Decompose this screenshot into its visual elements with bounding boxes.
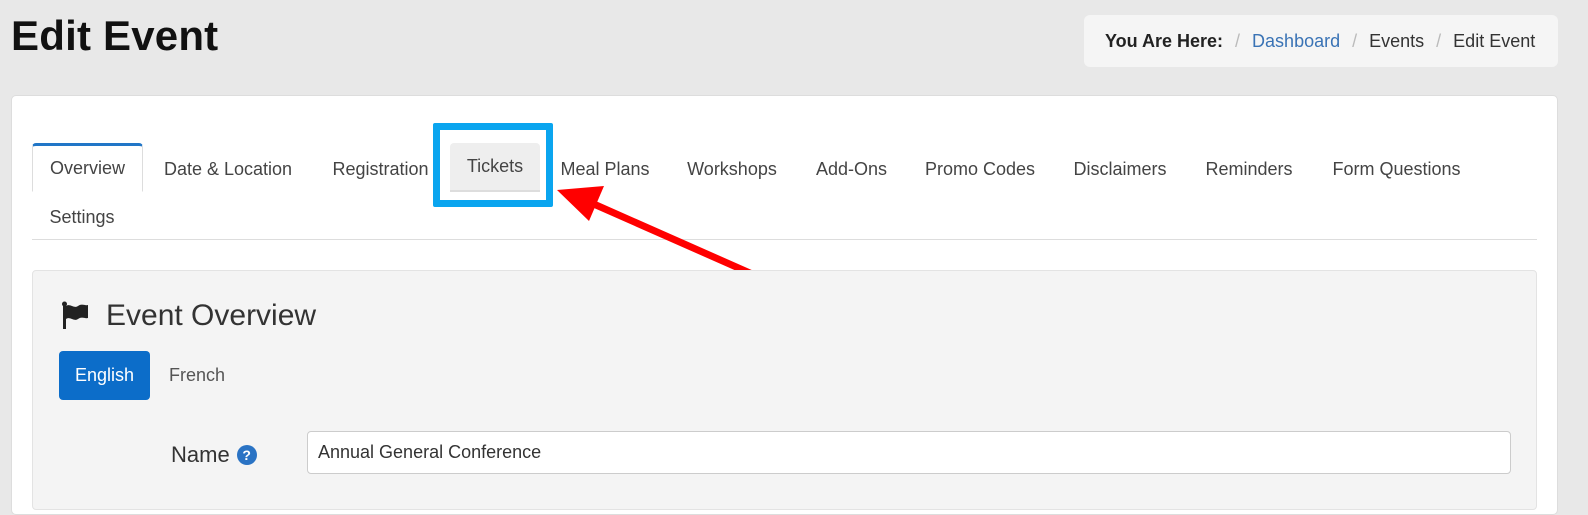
panel-heading: Event Overview — [60, 296, 316, 336]
tab-form-questions[interactable]: Form Questions — [1315, 145, 1478, 194]
question-circle-icon[interactable]: ? — [236, 445, 257, 465]
breadcrumb-separator: / — [1235, 30, 1241, 51]
tab-add-ons[interactable]: Add-Ons — [800, 145, 903, 194]
tab-disclaimers[interactable]: Disclaimers — [1057, 145, 1183, 194]
tab-workshops[interactable]: Workshops — [670, 145, 794, 194]
breadcrumb-events: Events — [1369, 30, 1425, 51]
page-title: Edit Event — [11, 12, 219, 59]
breadcrumb-lead: You Are Here: — [1105, 30, 1224, 51]
name-input[interactable] — [307, 431, 1511, 474]
breadcrumb-separator: / — [1436, 30, 1442, 51]
language-english-button[interactable]: English — [59, 351, 150, 400]
panel-title: Event Overview — [106, 299, 317, 332]
tab-registration[interactable]: Registration — [315, 145, 446, 194]
breadcrumb-dashboard-link[interactable]: Dashboard — [1252, 31, 1340, 52]
flag-icon — [62, 301, 88, 329]
tab-promo-codes[interactable]: Promo Codes — [908, 145, 1052, 194]
name-label-text: Name — [171, 442, 230, 467]
tab-reminders[interactable]: Reminders — [1189, 145, 1309, 194]
tab-tickets[interactable]: Tickets — [450, 143, 540, 192]
tab-date-location[interactable]: Date & Location — [147, 145, 309, 194]
breadcrumb: You Are Here: / Dashboard / Events / Edi… — [1084, 15, 1558, 67]
breadcrumb-separator: / — [1352, 30, 1358, 51]
tab-meal-plans[interactable]: Meal Plans — [545, 145, 665, 194]
breadcrumb-current: Edit Event — [1453, 30, 1536, 51]
language-french-button[interactable]: French — [160, 351, 234, 400]
tab-settings[interactable]: Settings — [32, 193, 132, 242]
tab-overview[interactable]: Overview — [32, 143, 143, 192]
name-field-label: Name ? — [171, 440, 257, 470]
